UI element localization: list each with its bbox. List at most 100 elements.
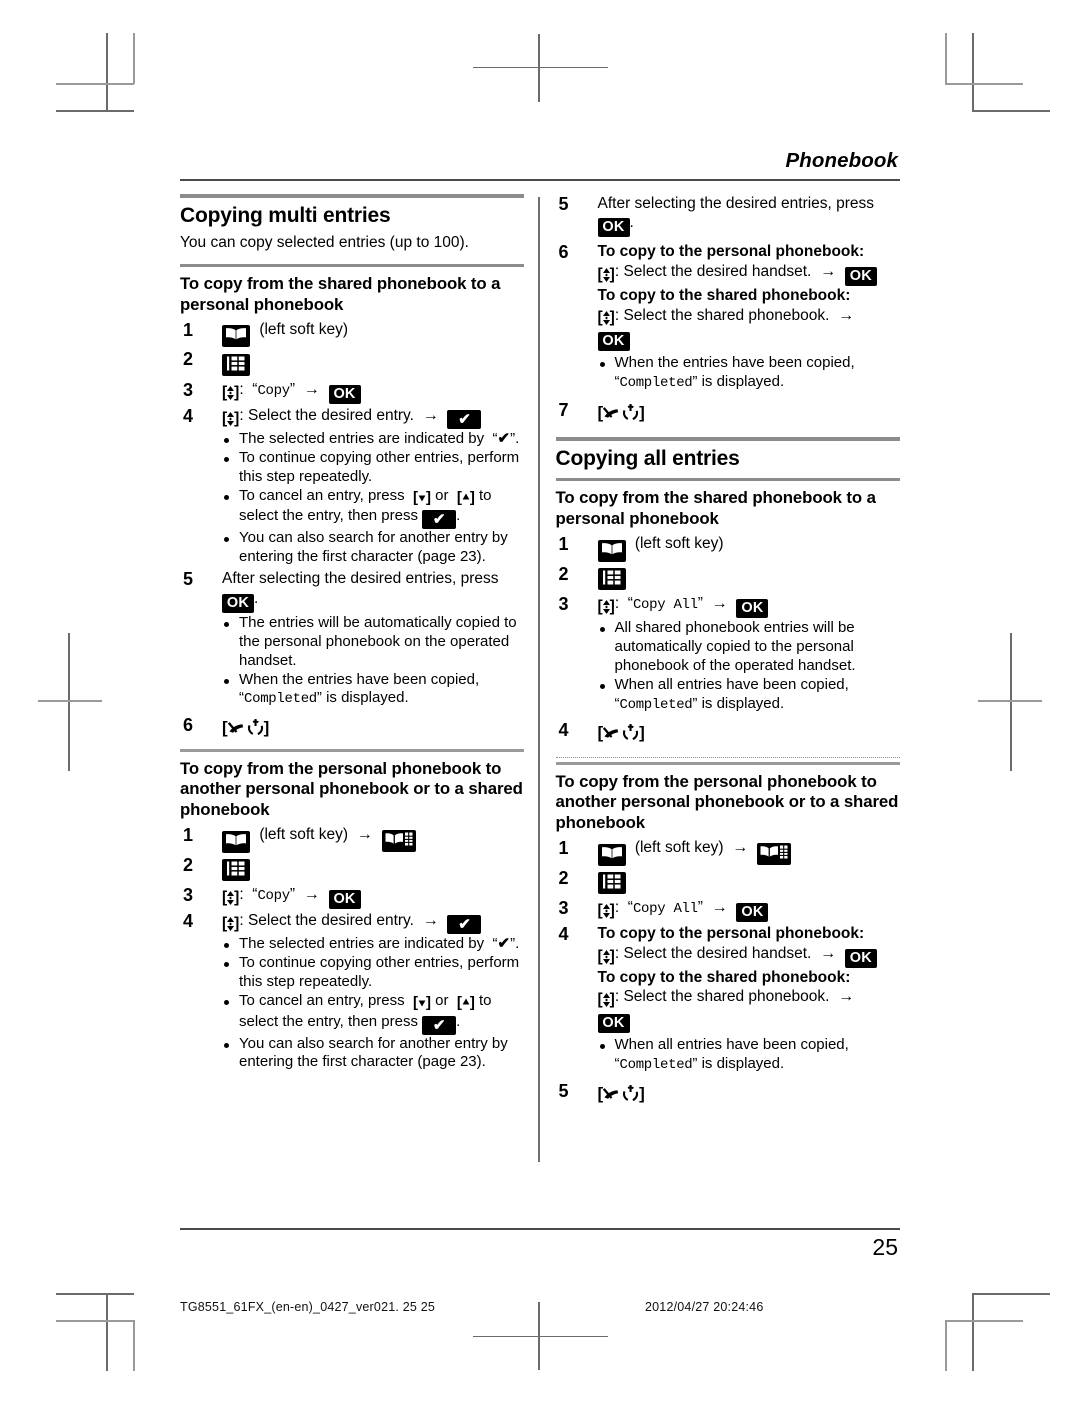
step-5: 5 [] — [556, 1081, 900, 1105]
step-4-line-4: []: Select the shared phonebook. → — [598, 987, 900, 1008]
phonebook-book-icon[interactable] — [222, 830, 250, 853]
step-3-colon: : — [614, 899, 620, 917]
step-number: 1 — [558, 534, 569, 555]
step-1-text: (left soft key) — [259, 321, 349, 339]
checkmark-key[interactable]: ✔ — [422, 1015, 457, 1035]
step-5-text: After selecting the desired entries, pre… — [597, 194, 875, 212]
step-3: 3 []: “Copy All” → OK — [556, 898, 900, 923]
menu-grid-icon[interactable] — [222, 858, 250, 881]
off-power-key[interactable]: [] — [598, 1083, 645, 1105]
ok-key[interactable]: OK — [222, 593, 254, 613]
menu-grid-icon[interactable] — [597, 872, 626, 895]
step-4-text: : Select the desired entry. — [239, 406, 414, 424]
menu-grid-icon[interactable] — [597, 568, 626, 591]
down-arrow-key[interactable]: [] — [409, 489, 435, 508]
arrow-icon: → — [815, 262, 841, 280]
step-3-bullets: All shared phonebook entries will be aut… — [598, 619, 900, 714]
inline-check-glyph: “✔”. — [488, 429, 520, 447]
step-number: 7 — [558, 399, 569, 420]
bullet-text: When all entries have been copied, — [614, 675, 849, 693]
nav-up-down-icon[interactable]: [] — [222, 411, 239, 427]
phonebook-book-icon[interactable] — [222, 325, 250, 348]
nav-up-down-icon[interactable]: [] — [222, 890, 239, 906]
step-4: 4 []: Select the desired entry. → ✔ The … — [180, 406, 524, 567]
menu-grid-icon[interactable] — [222, 353, 250, 376]
phonebook-book-icon[interactable] — [597, 539, 626, 562]
step-4-line-3: To copy to the shared phonebook: — [597, 968, 851, 986]
nav-up-down-icon[interactable]: [] — [598, 599, 615, 615]
ok-key[interactable]: OK — [736, 903, 769, 923]
down-arrow-key[interactable]: [] — [409, 994, 435, 1013]
step-4-line-1: To copy to the personal phonebook: — [597, 925, 865, 943]
bullet-item: You can also search for another entry by… — [222, 529, 524, 567]
checkmark-key[interactable]: ✔ — [422, 510, 457, 530]
step-number: 2 — [558, 867, 569, 888]
subsection-bar — [180, 263, 524, 268]
reg-mark-left-h — [38, 700, 102, 703]
off-power-key[interactable]: [] — [598, 722, 645, 744]
bullet-or: or — [435, 486, 449, 504]
step-1: 1 (left soft key) — [180, 320, 524, 348]
checkmark-key[interactable]: ✔ — [447, 914, 482, 934]
bullet-text-2: is displayed. — [701, 1055, 785, 1073]
nav-up-down-icon[interactable]: [] — [222, 385, 239, 401]
step-4-line-4-text: : Select the shared phonebook. — [614, 988, 830, 1006]
completed-label: “Completed” — [614, 694, 698, 713]
bullet-item: When all entries have been copied, “Comp… — [598, 676, 900, 715]
nav-up-down-icon[interactable]: [] — [598, 267, 615, 283]
off-power-key[interactable]: [] — [598, 402, 645, 424]
nav-up-down-icon[interactable]: [] — [222, 916, 239, 932]
completed-label: “Completed” — [614, 373, 698, 392]
section-intro: You can copy selected entries (up to 100… — [180, 233, 469, 251]
nav-up-down-icon[interactable]: [] — [598, 903, 615, 919]
ok-key[interactable]: OK — [844, 266, 877, 286]
nav-up-down-icon[interactable]: [] — [598, 949, 615, 965]
arrow-icon: → — [418, 406, 444, 424]
step-number: 1 — [183, 320, 194, 341]
steps-personal-to-other: 1 (left soft key) → 2 3 []: “Copy” → OK — [180, 825, 524, 1072]
step-3-quoted: “Copy All” — [623, 899, 703, 918]
bullet-text-2: is displayed. — [701, 373, 785, 391]
step-3-quoted: “Copy” — [247, 885, 296, 904]
checkmark-key[interactable]: ✔ — [447, 409, 482, 429]
step-3: 3 []: “Copy” → OK — [180, 380, 524, 404]
section-bar — [180, 193, 524, 199]
crop-mark-bl-h2 — [56, 1320, 134, 1322]
bullet-text: When the entries have been copied, — [614, 354, 855, 372]
ok-key[interactable]: OK — [328, 889, 361, 909]
step-3-colon: : — [614, 595, 620, 613]
period: . — [629, 214, 634, 232]
bullet-text: The selected entries are indicated by — [239, 934, 485, 952]
running-head: Phonebook — [785, 149, 898, 172]
ok-key[interactable]: OK — [597, 218, 630, 238]
up-arrow-key[interactable]: [] — [453, 994, 479, 1013]
period: . — [254, 589, 259, 607]
ok-key[interactable]: OK — [597, 1014, 630, 1034]
personal-phonebook-icon[interactable] — [757, 843, 792, 866]
personal-phonebook-icon[interactable] — [381, 830, 416, 853]
ok-key[interactable]: OK — [736, 599, 769, 619]
step-1-text: (left soft key) — [634, 839, 724, 857]
left-column: Copying multi entries You can copy selec… — [180, 193, 538, 1222]
off-power-key[interactable]: [] — [222, 717, 269, 739]
ok-key[interactable]: OK — [844, 948, 877, 968]
phonebook-book-icon[interactable] — [597, 843, 626, 866]
ok-key[interactable]: OK — [597, 332, 630, 352]
period: . — [456, 1012, 461, 1030]
up-arrow-key[interactable]: [] — [453, 489, 479, 508]
step-7: 7 [] — [556, 400, 900, 424]
step-number: 4 — [558, 720, 569, 741]
right-column: 5 After selecting the desired entries, p… — [540, 194, 900, 1222]
arrow-icon: → — [833, 306, 855, 324]
step-4-line-2-text: : Select the desired handset. — [614, 944, 812, 962]
page-content: Phonebook Copying multi entries You can … — [180, 149, 900, 1314]
reg-mark-right-h — [978, 700, 1042, 703]
nav-up-down-icon[interactable]: [] — [598, 310, 615, 326]
step-2: 2 — [556, 867, 900, 895]
nav-up-down-icon[interactable]: [] — [598, 992, 615, 1008]
step-number: 2 — [558, 563, 569, 584]
bullet-text: The selected entries are indicated by — [239, 429, 485, 447]
step-3: 3 []: “Copy All” → OK All shared phonebo… — [556, 594, 900, 714]
step-number: 3 — [558, 898, 569, 919]
ok-key[interactable]: OK — [328, 384, 361, 404]
